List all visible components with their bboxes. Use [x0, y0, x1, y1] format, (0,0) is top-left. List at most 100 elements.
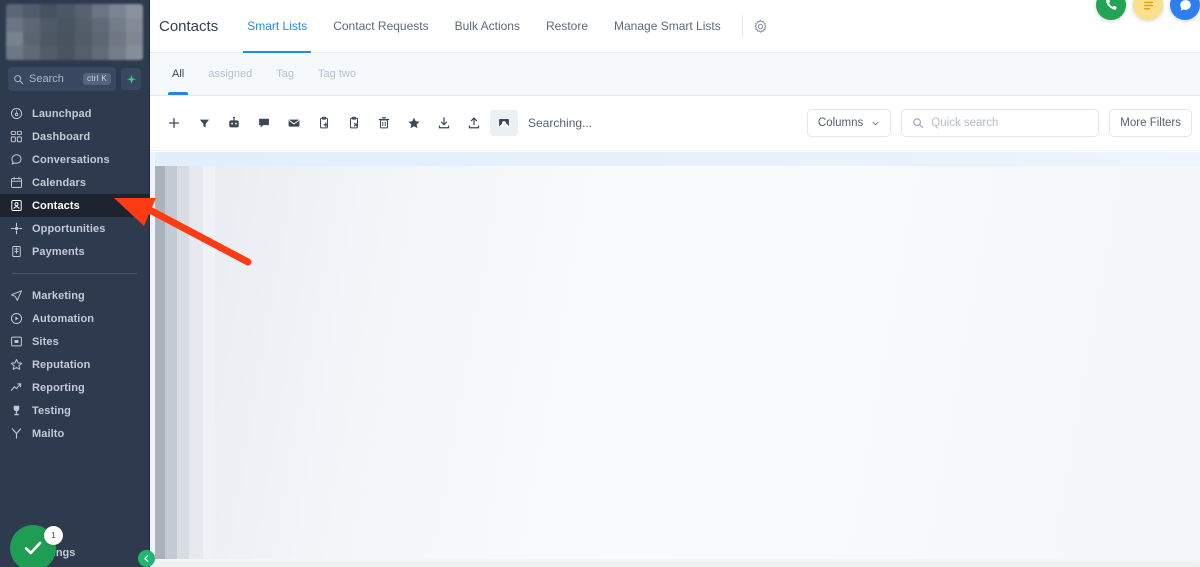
table-header-band — [155, 152, 1200, 166]
subtab-tag-two[interactable]: Tag two — [306, 53, 368, 95]
email-button[interactable] — [280, 110, 308, 136]
sidebar: Search ctrl K Launchpad Dashboard Conver… — [0, 0, 155, 567]
sidebar-item-label: Automation — [32, 312, 95, 325]
tab-label: Bulk Actions — [454, 19, 520, 33]
grid-icon — [10, 130, 23, 143]
quick-search-input[interactable]: Quick search — [901, 109, 1100, 137]
star-outline-icon — [10, 358, 23, 371]
sidebar-item-label: Payments — [32, 245, 85, 258]
receipt-icon — [10, 245, 23, 258]
sidebar-item-label: Contacts — [32, 199, 80, 212]
import-button[interactable] — [430, 110, 458, 136]
call-widget-button[interactable] — [1096, 0, 1126, 20]
trend-up-icon — [10, 381, 23, 394]
columns-button[interactable]: Columns — [806, 109, 892, 137]
subtab-assigned[interactable]: assigned — [196, 53, 264, 95]
main-area: Contacts Smart Lists Contact Requests Bu… — [150, 0, 1200, 567]
contact-card-icon — [10, 199, 23, 212]
account-switcher-redacted[interactable] — [6, 4, 143, 60]
sidebar-item-label: Opportunities — [32, 222, 106, 235]
export-button[interactable] — [460, 110, 488, 136]
sidebar-item-marketing[interactable]: Marketing — [0, 284, 149, 307]
delete-button[interactable] — [370, 110, 398, 136]
filter-button[interactable] — [190, 110, 218, 136]
export-icon — [468, 117, 480, 129]
chevron-down-icon — [872, 121, 879, 125]
email-icon — [288, 119, 300, 127]
sidebar-item-label: Launchpad — [32, 107, 92, 120]
sidebar-item-conversations[interactable]: Conversations — [0, 148, 149, 171]
chat-bubble-icon — [10, 153, 23, 166]
columns-label: Columns — [817, 117, 864, 129]
sidebar-item-dashboard[interactable]: Dashboard — [0, 125, 149, 148]
sidebar-item-opportunities[interactable]: Opportunities — [0, 217, 149, 240]
chat-icon — [1179, 0, 1191, 11]
sidebar-item-label: Testing — [32, 404, 71, 417]
sidebar-item-label: Dashboard — [32, 130, 91, 143]
sidebar-divider — [12, 273, 137, 274]
contacts-table-region[interactable] — [150, 152, 1200, 567]
tab-label: Smart Lists — [247, 19, 308, 33]
tab-label: Restore — [545, 19, 589, 33]
sidebar-item-sites[interactable]: Sites — [0, 330, 149, 353]
bot-icon — [229, 116, 239, 128]
sidebar-item-reputation[interactable]: Reputation — [0, 353, 149, 376]
merge-button[interactable] — [490, 110, 518, 136]
sidebar-item-label: Marketing — [32, 289, 85, 302]
subtab-label: Tag two — [318, 68, 356, 80]
subtab-tag[interactable]: Tag — [264, 53, 306, 95]
sidebar-item-testing[interactable]: Testing — [0, 399, 149, 422]
notes-widget-button[interactable] — [1133, 0, 1163, 20]
subtab-label: assigned — [208, 68, 253, 80]
sidebar-item-launchpad[interactable]: Launchpad — [0, 102, 149, 125]
sparkle-icon — [126, 74, 136, 84]
quick-search-placeholder: Quick search — [931, 117, 999, 129]
tab-label: Manage Smart Lists — [614, 19, 721, 33]
tab-smart-lists[interactable]: Smart Lists — [234, 0, 320, 53]
sms-icon — [259, 118, 269, 128]
add-icon — [168, 117, 180, 129]
tab-contact-requests[interactable]: Contact Requests — [320, 0, 441, 53]
table-skeleton-columns — [155, 166, 215, 559]
sidebar-item-label: Sites — [32, 335, 59, 348]
sms-button[interactable] — [250, 110, 278, 136]
rocket-icon — [10, 107, 23, 120]
tab-manage-smart-lists[interactable]: Manage Smart Lists — [601, 0, 734, 53]
ai-assistant-button[interactable] — [121, 68, 141, 90]
sidebar-item-reporting[interactable]: Reporting — [0, 376, 149, 399]
add-to-list-button[interactable] — [310, 110, 338, 136]
subtab-label: Tag — [276, 68, 295, 80]
trophy-icon — [10, 404, 23, 417]
add-contact-button[interactable] — [160, 110, 188, 136]
sidebar-collapse-button[interactable] — [138, 550, 155, 567]
sidebar-primary-nav: Launchpad Dashboard Conversations Calend… — [0, 102, 149, 445]
search-input[interactable]: Search ctrl K — [8, 67, 116, 91]
tab-bulk-actions[interactable]: Bulk Actions — [442, 0, 533, 53]
smart-list-tabs: All assigned Tag Tag two — [150, 53, 1200, 96]
more-filters-button[interactable]: More Filters — [1109, 109, 1192, 137]
favorite-button[interactable] — [400, 110, 428, 136]
sidebar-item-automation[interactable]: Automation — [0, 307, 149, 330]
toolbar-actions — [160, 110, 518, 136]
header-divider — [741, 15, 743, 37]
sidebar-item-label: Reporting — [32, 381, 85, 394]
subtab-label: All — [172, 68, 185, 80]
nodes-icon — [10, 222, 23, 235]
remove-from-list-button[interactable] — [340, 110, 368, 136]
gear-icon — [754, 19, 767, 33]
header-settings-button[interactable] — [749, 14, 773, 38]
filter-icon — [199, 119, 209, 127]
sidebar-item-contacts[interactable]: Contacts — [0, 194, 149, 217]
sidebar-item-label: Reputation — [32, 358, 91, 371]
import-icon — [438, 117, 450, 129]
sidebar-item-mailto[interactable]: Mailto — [0, 422, 149, 445]
chat-widget-button[interactable] — [1170, 0, 1200, 20]
sidebar-item-label: Conversations — [32, 153, 110, 166]
sidebar-item-payments[interactable]: Payments — [0, 240, 149, 263]
subtab-all[interactable]: All — [160, 53, 196, 95]
tab-restore[interactable]: Restore — [533, 0, 601, 53]
onboarding-badge-count: 1 — [44, 526, 63, 545]
delete-icon — [378, 117, 390, 129]
sidebar-item-calendars[interactable]: Calendars — [0, 171, 149, 194]
bot-button[interactable] — [220, 110, 248, 136]
